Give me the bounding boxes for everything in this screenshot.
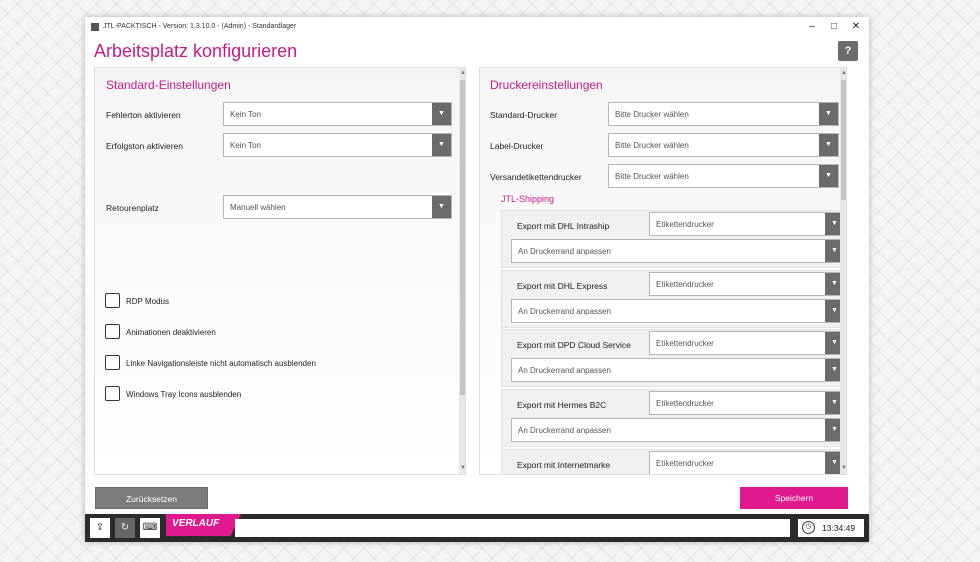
scroll-up-icon: ▲ <box>841 70 847 76</box>
shipping-label-printer-label: Versandetikettendrucker <box>490 172 582 182</box>
standard-printer-select[interactable]: Bitte Drucker wählen ▼ <box>608 102 839 126</box>
shipping-label-printer-value: Bitte Drucker wählen <box>615 172 689 181</box>
shipping-method-label: Export mit Internetmarke <box>517 460 611 470</box>
label-printer-label: Label-Drucker <box>490 141 544 151</box>
print-margin-value: An Druckerrand anpassen <box>518 307 611 316</box>
shipping-method-dhl-express: Export mit DHL Express Etikettendrucker … <box>501 270 846 328</box>
app-window: JTL-PACKTISCH - Version: 1.3.10.0 - (Adm… <box>85 17 869 542</box>
left-scroll-thumb[interactable] <box>460 80 465 395</box>
return-station-label: Retourenplatz <box>106 203 159 213</box>
shipping-printer-value: Etikettendrucker <box>656 459 714 468</box>
page-title: Arbeitsplatz konfigurieren <box>94 41 298 61</box>
export-icon[interactable]: ⇪ <box>90 518 110 538</box>
print-margin-select[interactable]: An Druckerrand anpassen ▼ <box>511 239 845 263</box>
standard-settings-panel: Standard-Einstellungen Fehlerton aktivie… <box>94 67 466 475</box>
shipping-method-label: Export mit DHL Intraship <box>517 221 610 231</box>
hide-tray-icons-checkbox[interactable] <box>105 386 120 401</box>
success-sound-value: Kein Ton <box>230 141 261 150</box>
history-bar <box>235 519 790 537</box>
keep-nav-visible-label: Linke Navigationsleiste nicht automatisc… <box>126 359 316 368</box>
clock: ◷ 13:34:49 <box>798 519 864 537</box>
keyboard-icon[interactable]: ⌨ <box>140 518 160 538</box>
print-margin-select[interactable]: An Druckerrand anpassen ▼ <box>511 299 845 323</box>
shipping-method-label: Export mit DPD Cloud Service <box>517 340 631 350</box>
print-margin-select[interactable]: An Druckerrand anpassen ▼ <box>511 358 845 382</box>
save-button[interactable]: Speichern <box>740 487 848 509</box>
standard-printer-label: Standard-Drucker <box>490 110 558 120</box>
shipping-method-internetmarke: Export mit Internetmarke Etikettendrucke… <box>501 449 846 474</box>
scroll-down-icon: ▼ <box>841 465 847 471</box>
disable-animations-label: Animationen deaktivieren <box>126 328 216 337</box>
print-margin-select[interactable]: An Druckerrand anpassen ▼ <box>511 418 845 442</box>
shipping-printer-value: Etikettendrucker <box>656 399 714 408</box>
chevron-down-icon: ▼ <box>432 103 451 125</box>
shipping-printer-select[interactable]: Etikettendrucker ▼ <box>649 391 845 415</box>
title-bar: JTL-PACKTISCH - Version: 1.3.10.0 - (Adm… <box>85 17 869 37</box>
scroll-down-icon: ▼ <box>460 465 466 471</box>
return-station-select[interactable]: Manuell wählen ▼ <box>223 195 452 219</box>
rdp-mode-checkbox[interactable] <box>105 293 120 308</box>
rdp-mode-label: RDP Modus <box>126 297 169 306</box>
shipping-printer-select[interactable]: Etikettendrucker ▼ <box>649 272 845 296</box>
shipping-printer-select[interactable]: Etikettendrucker ▼ <box>649 451 845 474</box>
keep-nav-visible-checkbox[interactable] <box>105 355 120 370</box>
clock-time: 13:34:49 <box>822 523 856 533</box>
printer-settings-title: Druckereinstellungen <box>490 78 603 92</box>
shipping-method-dpd-cloud: Export mit DPD Cloud Service Etikettendr… <box>501 329 846 387</box>
shipping-printer-value: Etikettendrucker <box>656 339 714 348</box>
chevron-down-icon: ▼ <box>432 134 451 156</box>
right-scrollbar[interactable]: ▲ ▼ <box>840 68 847 474</box>
maximize-button[interactable]: □ <box>824 20 844 34</box>
history-tab-label: VERLAUF <box>172 518 220 529</box>
left-scrollbar[interactable]: ▲ ▼ <box>459 68 466 474</box>
bottom-taskbar: ⇪ ↻ ⌨ VERLAUF ◷ 13:34:49 <box>85 514 869 542</box>
success-sound-label: Erfolgston aktivieren <box>106 141 184 151</box>
label-printer-value: Bitte Drucker wählen <box>615 141 689 150</box>
shipping-method-label: Export mit Hermes B2C <box>517 400 607 410</box>
jtl-shipping-title: JTL-Shipping <box>501 194 555 204</box>
hide-tray-icons-label: Windows Tray Icons ausblenden <box>126 390 242 399</box>
chevron-down-icon: ▼ <box>819 103 838 125</box>
history-tab[interactable]: VERLAUF <box>166 514 241 536</box>
label-printer-select[interactable]: Bitte Drucker wählen ▼ <box>608 133 839 157</box>
sync-icon[interactable]: ↻ <box>115 518 135 538</box>
shipping-printer-select[interactable]: Etikettendrucker ▼ <box>649 331 845 355</box>
standard-settings-title: Standard-Einstellungen <box>106 78 231 92</box>
error-sound-value: Kein Ton <box>230 110 261 119</box>
shipping-method-dhl-intraship: Export mit DHL Intraship Etikettendrucke… <box>501 210 846 268</box>
print-margin-value: An Druckerrand anpassen <box>518 366 611 375</box>
clock-icon: ◷ <box>802 521 815 534</box>
scroll-up-icon: ▲ <box>460 70 466 76</box>
disable-animations-checkbox[interactable] <box>105 324 120 339</box>
error-sound-label: Fehlerton aktivieren <box>106 110 181 120</box>
success-sound-select[interactable]: Kein Ton ▼ <box>223 133 452 157</box>
print-margin-value: An Druckerrand anpassen <box>518 247 611 256</box>
app-icon <box>91 23 99 31</box>
help-button[interactable]: ? <box>838 41 858 61</box>
chevron-down-icon: ▼ <box>819 165 838 187</box>
right-scroll-thumb[interactable] <box>841 80 846 200</box>
print-margin-value: An Druckerrand anpassen <box>518 426 611 435</box>
error-sound-select[interactable]: Kein Ton ▼ <box>223 102 452 126</box>
return-station-value: Manuell wählen <box>230 203 286 212</box>
shipping-method-label: Export mit DHL Express <box>517 281 608 291</box>
chevron-down-icon: ▼ <box>819 134 838 156</box>
shipping-method-hermes-b2c: Export mit Hermes B2C Etikettendrucker ▼… <box>501 389 846 447</box>
shipping-printer-value: Etikettendrucker <box>656 220 714 229</box>
reset-button[interactable]: Zurücksetzen <box>95 487 208 509</box>
shipping-printer-select[interactable]: Etikettendrucker ▼ <box>649 212 845 236</box>
standard-printer-value: Bitte Drucker wählen <box>615 110 689 119</box>
window-title: JTL-PACKTISCH - Version: 1.3.10.0 - (Adm… <box>103 23 297 30</box>
printer-settings-panel: Druckereinstellungen Standard-Drucker Bi… <box>479 67 847 475</box>
minimize-button[interactable]: – <box>802 20 822 34</box>
shipping-printer-value: Etikettendrucker <box>656 280 714 289</box>
help-icon: ? <box>844 45 852 57</box>
shipping-label-printer-select[interactable]: Bitte Drucker wählen ▼ <box>608 164 839 188</box>
close-button[interactable]: ✕ <box>846 20 866 34</box>
chevron-down-icon: ▼ <box>432 196 451 218</box>
